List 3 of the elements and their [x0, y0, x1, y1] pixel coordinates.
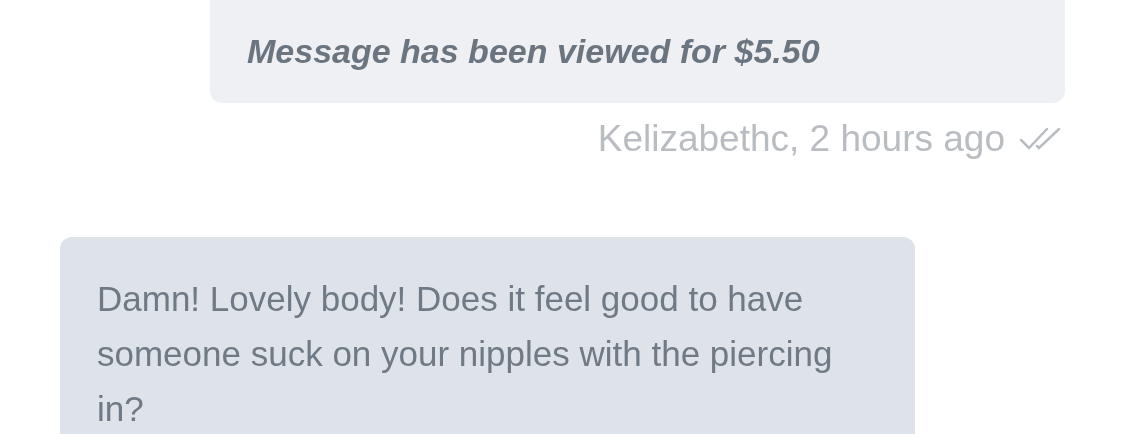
viewed-notice: Message has been viewed for $5.50 [247, 31, 820, 72]
message-text: Damn! Lovely body! Does it feel good to have someone suck on your nipples with the piercing in? [97, 277, 834, 430]
message-meta: Kelizabethc, 2 hours ago [597, 117, 1005, 161]
